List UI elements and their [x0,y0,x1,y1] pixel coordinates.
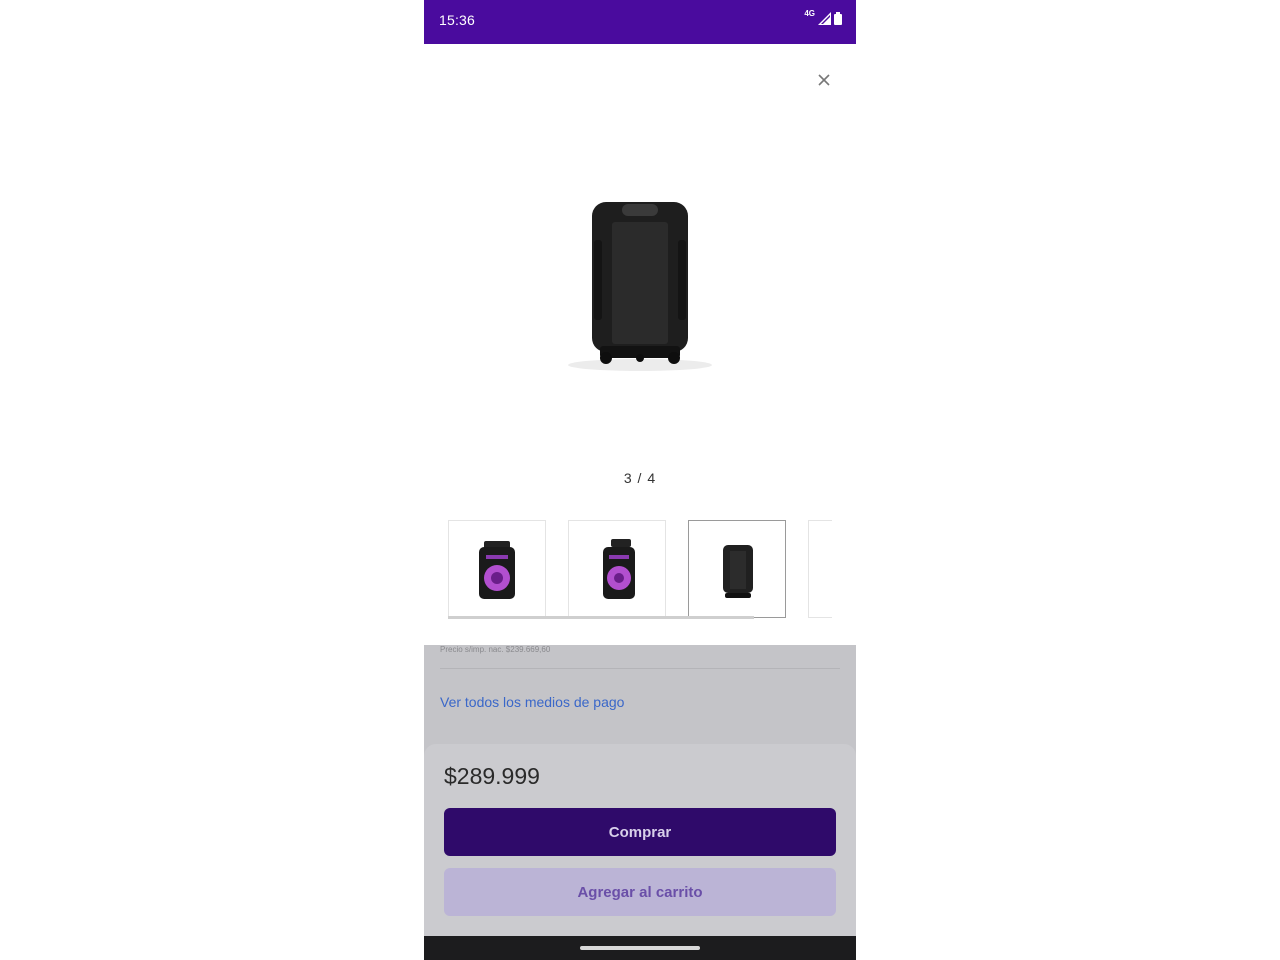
product-main-image [568,202,712,371]
speaker-thumbnail-image [479,541,515,599]
price-without-taxes: Precio s/imp. nac. $239.669,60 [440,645,551,654]
network-type-label: 4G [804,9,815,18]
navigation-bar [424,936,856,960]
thumbnail-1[interactable] [448,520,546,618]
payment-methods-link[interactable]: Ver todos los medios de pago [440,694,624,710]
add-to-cart-button[interactable]: Agregar al carrito [444,868,836,916]
home-gesture-handle[interactable] [580,946,700,950]
status-time: 15:36 [439,12,476,28]
thumbnail-strip[interactable] [448,520,832,622]
image-counter: 3 / 4 [623,470,657,486]
product-price: $289.999 [444,763,540,789]
speaker-thumbnail-image [603,539,635,599]
thumbnail-scroll-indicator [448,616,754,619]
battery-icon [834,12,842,25]
signal-icon [818,12,831,25]
thumbnail-4[interactable] [808,520,832,618]
close-icon [818,74,830,86]
buy-button[interactable]: Comprar [444,808,836,856]
purchase-bottom-sheet: $289.999 Comprar Agregar al carrito [424,744,856,936]
phone-screen: 15:36 4G 3 / 4 Precio s/imp. nac. $239.6… [424,0,856,960]
speaker-thumbnail-image [723,545,753,598]
divider [440,668,840,669]
status-bar: 15:36 4G [424,0,856,44]
thumbnail-3-selected[interactable] [688,520,786,618]
status-icons: 4G [804,9,842,25]
thumbnail-2[interactable] [568,520,666,618]
close-button[interactable] [810,66,838,94]
